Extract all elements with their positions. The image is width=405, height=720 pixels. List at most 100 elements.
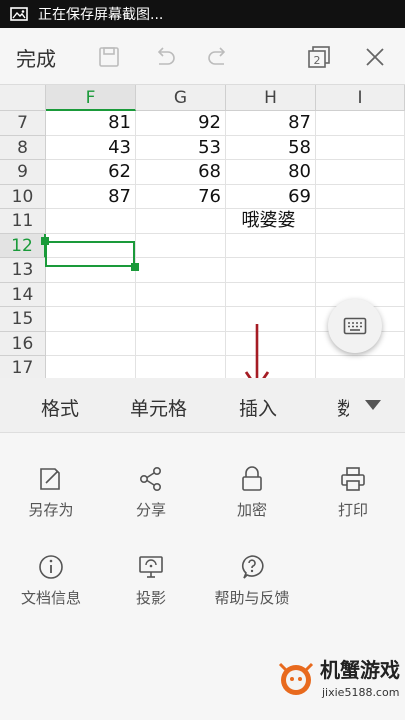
crab-logo-icon xyxy=(278,662,314,695)
row-header-11[interactable]: 11 xyxy=(0,209,46,234)
keyboard-toggle-button[interactable] xyxy=(328,299,382,353)
select-all-corner[interactable] xyxy=(0,85,46,111)
cell-h10[interactable]: 69 xyxy=(226,184,316,209)
cell-h13[interactable] xyxy=(226,258,316,283)
cell-i13[interactable] xyxy=(316,258,405,283)
cell-f8[interactable]: 43 xyxy=(46,135,136,160)
cell-i12[interactable] xyxy=(316,233,405,258)
watermark-logo: 机蟹游戏 jixie5188.com xyxy=(272,650,405,720)
projection-label: 投影 xyxy=(135,589,166,607)
row-header-14[interactable]: 14 xyxy=(0,282,46,307)
help-icon xyxy=(241,555,264,579)
print-button[interactable]: 打印 xyxy=(303,465,403,520)
cell-g16[interactable] xyxy=(136,331,226,356)
window-switch-button[interactable]: 2 xyxy=(304,42,334,72)
row-header-8[interactable]: 8 xyxy=(0,135,46,160)
share-icon xyxy=(139,466,161,491)
cell-h11[interactable]: 哦婆婆 xyxy=(226,209,316,234)
cell-i17[interactable] xyxy=(316,356,405,378)
undo-button[interactable] xyxy=(149,42,179,72)
cell-g7[interactable]: 92 xyxy=(136,111,226,136)
redo-icon xyxy=(208,47,226,65)
projection-button[interactable]: 投影 xyxy=(101,553,201,608)
cell-h12[interactable] xyxy=(226,233,316,258)
cell-g11[interactable] xyxy=(136,209,226,234)
row-header-10[interactable]: 10 xyxy=(0,184,46,209)
cell-f9[interactable]: 62 xyxy=(46,160,136,185)
cell-h7[interactable]: 87 xyxy=(226,111,316,136)
cell-f17[interactable] xyxy=(46,356,136,378)
keyboard-icon xyxy=(343,317,367,335)
cell-h17[interactable] xyxy=(226,356,316,378)
tab-cell[interactable]: 单元格 xyxy=(130,394,187,421)
selection-handle-top-left[interactable] xyxy=(41,237,49,245)
row-header-17[interactable]: 17 xyxy=(0,356,46,378)
cell-h14[interactable] xyxy=(226,282,316,307)
cell-f15[interactable] xyxy=(46,307,136,332)
document-info-button[interactable]: 文档信息 xyxy=(1,553,101,608)
cell-h8[interactable]: 58 xyxy=(226,135,316,160)
image-notification-icon xyxy=(10,7,28,21)
share-button[interactable]: 分享 xyxy=(101,465,201,520)
cell-i8[interactable] xyxy=(316,135,405,160)
row-header-16[interactable]: 16 xyxy=(0,331,46,356)
done-button[interactable]: 完成 xyxy=(16,43,56,72)
encrypt-label: 加密 xyxy=(236,501,267,519)
close-icon xyxy=(366,48,384,66)
cell-h9[interactable]: 80 xyxy=(226,160,316,185)
expand-tabs-icon[interactable] xyxy=(364,399,382,411)
redo-button[interactable] xyxy=(204,42,234,72)
cell-g14[interactable] xyxy=(136,282,226,307)
row-header-13[interactable]: 13 xyxy=(0,258,46,283)
row-header-15[interactable]: 15 xyxy=(0,307,46,332)
column-header-g[interactable]: G xyxy=(136,85,226,111)
save-button[interactable] xyxy=(94,42,124,72)
cell-g12[interactable] xyxy=(136,233,226,258)
cell-g13[interactable] xyxy=(136,258,226,283)
column-header-i[interactable]: I xyxy=(316,85,405,111)
cell-g15[interactable] xyxy=(136,307,226,332)
close-button[interactable] xyxy=(360,42,390,72)
window-count: 2 xyxy=(314,54,321,67)
cell-f16[interactable] xyxy=(46,331,136,356)
tab-insert[interactable]: 插入 xyxy=(239,394,277,421)
cell-f14[interactable] xyxy=(46,282,136,307)
encrypt-button[interactable]: 加密 xyxy=(202,465,302,520)
save-as-button[interactable]: 另存为 xyxy=(1,465,101,520)
cell-i11[interactable] xyxy=(316,209,405,234)
cell-f7[interactable]: 81 xyxy=(46,111,136,136)
cell-g8[interactable]: 53 xyxy=(136,135,226,160)
cell-i9[interactable] xyxy=(316,160,405,185)
tab-data[interactable]: 数 xyxy=(337,394,349,421)
status-bar: 正在保存屏幕截图... xyxy=(0,0,405,28)
printer-icon xyxy=(341,467,365,491)
row-header-9[interactable]: 9 xyxy=(0,160,46,185)
cell-g17[interactable] xyxy=(136,356,226,378)
cell-f10[interactable]: 87 xyxy=(46,184,136,209)
cell-h16[interactable] xyxy=(226,331,316,356)
row-header-7[interactable]: 7 xyxy=(0,111,46,136)
save-as-label: 另存为 xyxy=(28,501,74,519)
column-header-h[interactable]: H xyxy=(226,85,316,111)
column-header-f[interactable]: F xyxy=(46,85,136,111)
notification-text: 正在保存屏幕截图... xyxy=(38,7,164,23)
cell-i10[interactable] xyxy=(316,184,405,209)
document-info-label: 文档信息 xyxy=(20,589,81,607)
cell-f11[interactable] xyxy=(46,209,136,234)
help-feedback-button[interactable]: 帮助与反馈 xyxy=(202,553,302,608)
tab-format[interactable]: 格式 xyxy=(41,394,79,421)
cell-h15[interactable] xyxy=(226,307,316,332)
print-label: 打印 xyxy=(337,501,368,519)
info-icon xyxy=(39,555,63,579)
selection-handle-bottom-right[interactable] xyxy=(131,263,139,271)
save-as-icon xyxy=(40,468,60,490)
windows-icon: 2 xyxy=(308,46,330,68)
lock-icon xyxy=(242,466,262,491)
spreadsheet-grid[interactable]: F G H I 7 81 92 87 8 43 53 58 9 62 68 80 10 87 76 69 11 哦… xyxy=(0,85,405,378)
cell-i7[interactable] xyxy=(316,111,405,136)
cell-g9[interactable]: 68 xyxy=(136,160,226,185)
cell-g10[interactable]: 76 xyxy=(136,184,226,209)
row-header-12[interactable]: 12 xyxy=(0,233,46,258)
selected-cell-f12[interactable] xyxy=(45,241,135,267)
watermark-brand: 机蟹游戏 xyxy=(320,658,400,682)
